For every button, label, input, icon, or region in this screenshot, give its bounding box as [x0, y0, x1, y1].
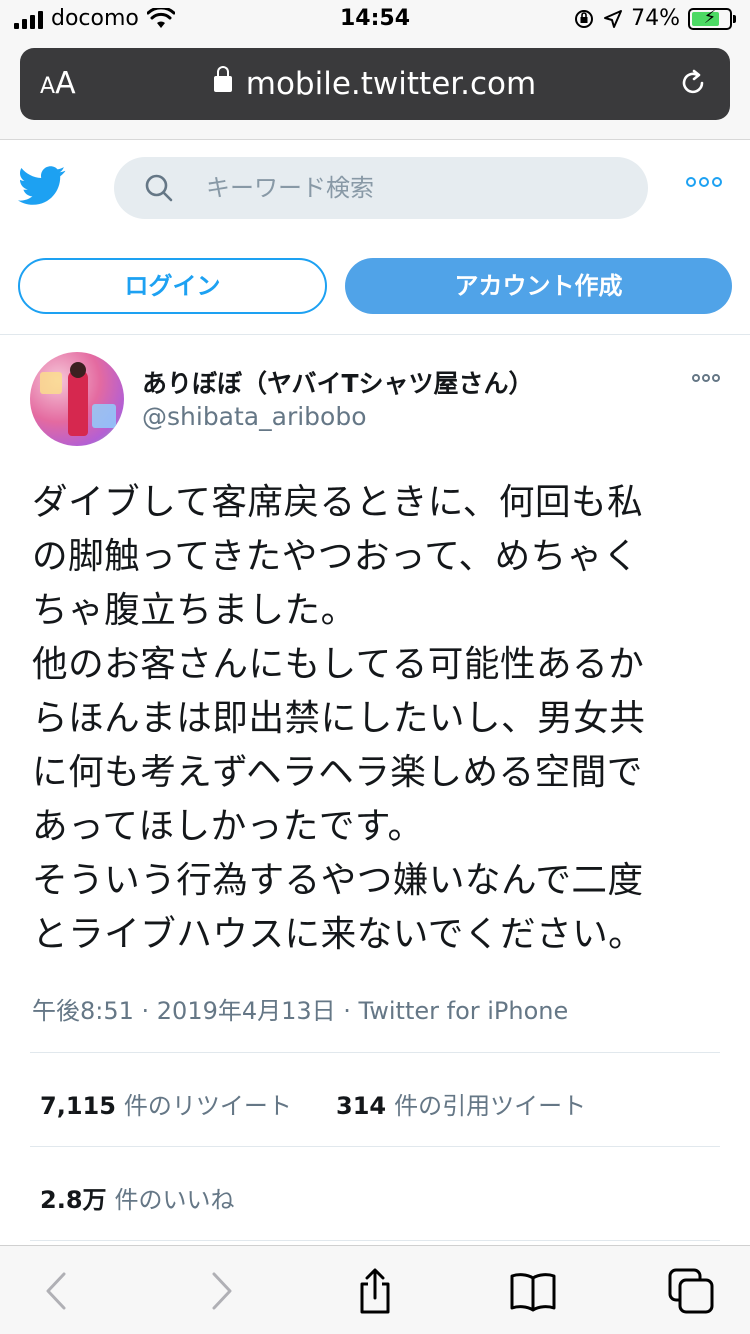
quotes-label: 件の引用ツイート — [394, 1092, 587, 1120]
search-icon — [145, 174, 173, 202]
tweet-text-line: あってほしかったです。 — [32, 806, 424, 847]
tweet-text-line: ダイブして客席戻るときに、何回も私 — [32, 482, 644, 523]
quotes-count: 314 — [336, 1092, 387, 1120]
tweet-text-line: に何も考えずヘラヘラ楽しめる空間で — [32, 752, 643, 793]
back-icon[interactable] — [34, 1266, 84, 1316]
lock-icon — [213, 65, 232, 92]
divider — [30, 1052, 720, 1053]
retweets-count: 7,115 — [40, 1092, 116, 1120]
location-arrow-icon — [604, 9, 623, 28]
likes-stat[interactable]: 2.8万 件のいいね — [40, 1180, 235, 1215]
browser-toolbar-bottom — [0, 1245, 750, 1334]
orientation-lock-icon — [575, 9, 594, 28]
login-button[interactable]: ログイン — [18, 258, 327, 314]
tabs-icon[interactable] — [666, 1266, 716, 1316]
more-options-icon[interactable] — [686, 177, 722, 187]
user-handle[interactable]: @shibata_aribobo — [142, 402, 367, 431]
battery-percent: 74% — [631, 6, 680, 31]
bookmarks-icon[interactable] — [508, 1266, 558, 1316]
tweet-text-line: 他のお客さんにもしてる可能性あるか — [32, 644, 645, 685]
share-icon[interactable] — [350, 1266, 400, 1316]
reload-icon[interactable] — [678, 68, 708, 98]
retweets-stat[interactable]: 7,115 件のリツイート — [40, 1086, 292, 1121]
url-display[interactable]: mobile.twitter.com — [20, 65, 730, 102]
url-text: mobile.twitter.com — [245, 66, 537, 102]
likes-count: 2.8万 — [40, 1186, 107, 1214]
tweet-text-line: の脚触ってきたやつおって、めちゃく — [32, 536, 639, 577]
divider — [30, 1146, 720, 1147]
tweet-text-line: らほんまは即出禁にしたいし、男女共 — [32, 698, 646, 739]
twitter-bird-icon[interactable] — [18, 165, 66, 207]
divider — [30, 1240, 720, 1241]
address-bar[interactable]: AA mobile.twitter.com — [20, 48, 730, 120]
retweets-label: 件のリツイート — [123, 1092, 292, 1120]
likes-label: 件のいいね — [114, 1186, 235, 1214]
tweet-timestamp[interactable]: 午後8:51 · 2019年4月13日 · Twitter for iPhone — [32, 991, 568, 1026]
avatar[interactable] — [30, 352, 124, 446]
tweet-menu-icon[interactable] — [692, 374, 720, 382]
status-bar: docomo 14:54 74% ⚡ — [0, 0, 750, 40]
charging-bolt-icon: ⚡ — [703, 6, 717, 28]
tweet-text-line: ちゃ腹立ちました。 — [32, 590, 357, 631]
battery-icon: ⚡ — [688, 6, 736, 30]
tweet-text: ダイブして客席戻るときに、何回も私 の脚触ってきたやつおって、めちゃく ちゃ腹立… — [32, 476, 722, 962]
quotes-stat[interactable]: 314 件の引用ツイート — [336, 1086, 586, 1121]
browser-toolbar-top: AA mobile.twitter.com — [0, 40, 750, 140]
tweet-text-line: とライブハウスに来ないでください。 — [32, 914, 645, 955]
search-input[interactable] — [206, 171, 606, 205]
display-name[interactable]: ありぼぼ（ヤバイTシャツ屋さん） — [142, 364, 534, 400]
auth-buttons-row: ログイン アカウント作成 — [0, 241, 750, 335]
search-box[interactable] — [114, 157, 648, 219]
status-right: 74% ⚡ — [573, 6, 736, 31]
signup-button[interactable]: アカウント作成 — [345, 258, 732, 314]
forward-icon[interactable] — [194, 1266, 244, 1316]
tweet-text-line: そういう行為するやつ嫌いなんで二度 — [32, 860, 644, 901]
twitter-header — [0, 141, 750, 241]
